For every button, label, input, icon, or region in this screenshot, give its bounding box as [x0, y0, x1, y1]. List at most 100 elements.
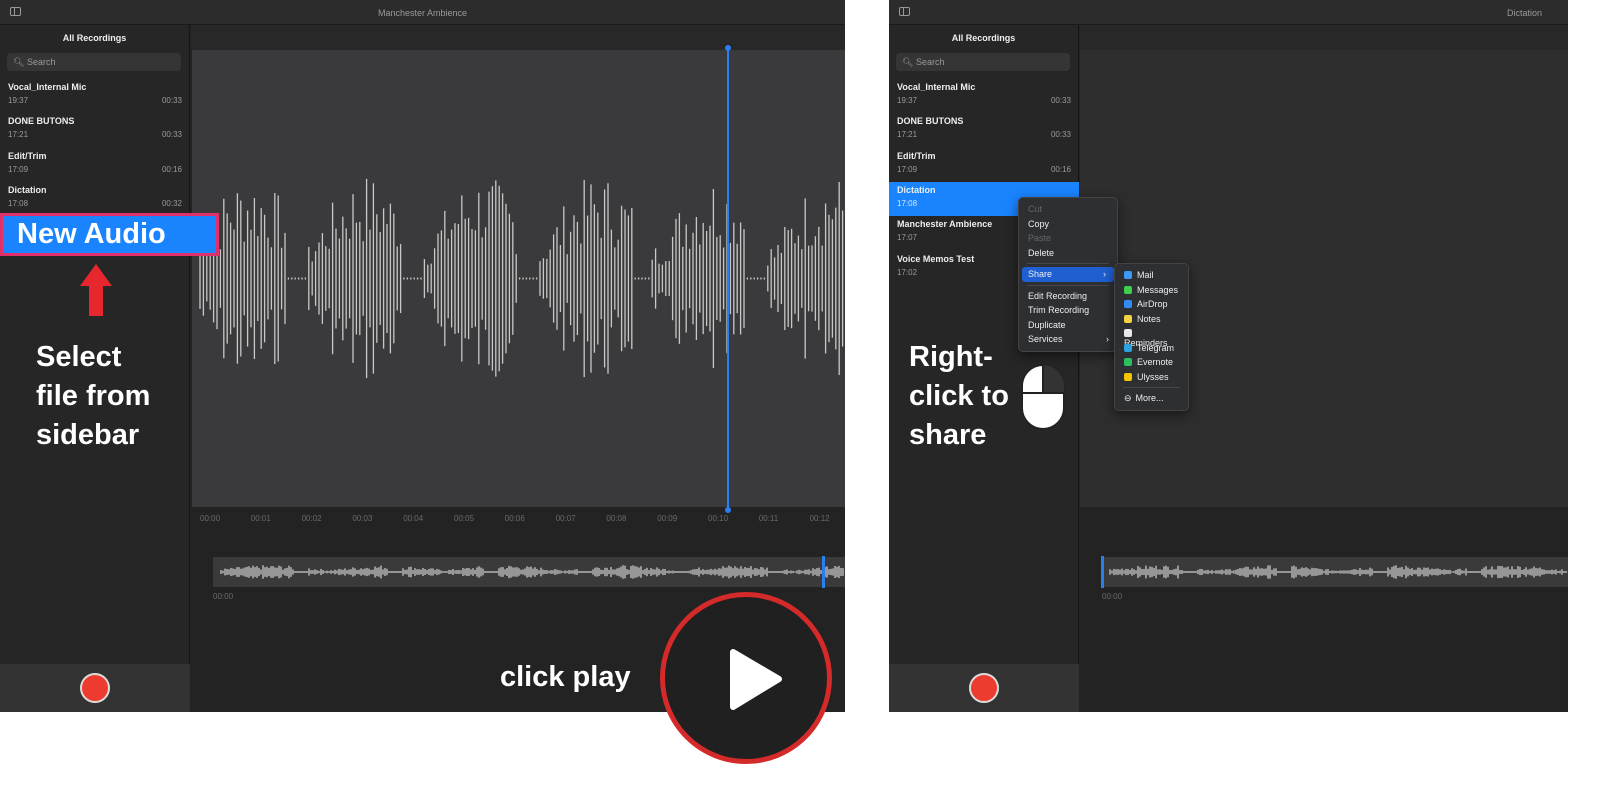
context-menu: Cut Copy Paste Delete Share › Edit Record…: [1018, 197, 1118, 352]
timeline-tick: 00:05: [454, 514, 475, 523]
recording-item[interactable]: Vocal_Internal Mic 19:37 00:33: [889, 79, 1079, 113]
recording-time: 17:21: [8, 130, 29, 140]
recording-time: 19:37: [8, 96, 29, 105]
recording-duration: 00:33: [161, 96, 182, 105]
overview-start-time: 00:00: [213, 592, 234, 601]
timeline-tick: 00:07: [555, 514, 576, 523]
new-audio-callout: New Audio: [0, 213, 219, 256]
timeline-tick: 00:12: [809, 514, 830, 523]
search-input[interactable]: 🔍︎ Search: [7, 53, 181, 71]
share-item[interactable]: Telegram: [1115, 341, 1188, 356]
menu-item-share[interactable]: Share ›: [1022, 267, 1114, 282]
recording-duration: 00:16: [1050, 164, 1071, 174]
app-icon: [1124, 285, 1132, 294]
overview-playhead[interactable]: [1101, 556, 1104, 588]
up-arrow-icon: [80, 264, 112, 316]
share-item[interactable]: ⊖ More...: [1115, 391, 1188, 406]
app-icon: [1124, 271, 1132, 279]
menu-item-copy[interactable]: Copy: [1019, 217, 1117, 232]
share-submenu: Mail Messages AirDrop Notes Reminders Telegra…: [1114, 263, 1189, 411]
sidebar-toggle-icon[interactable]: [899, 7, 910, 16]
share-item[interactable]: Ulysses: [1115, 370, 1188, 385]
play-icon: [730, 649, 782, 710]
recording-duration: 00:33: [1050, 130, 1071, 140]
chevron-right-icon: ›: [1103, 269, 1106, 279]
menu-item-delete[interactable]: Delete: [1019, 246, 1117, 261]
recording-item[interactable]: Edit/Trim 17:09 00:16: [0, 148, 190, 182]
recording-time: 17:08: [897, 198, 918, 208]
overview-start-time: 00:00: [1102, 592, 1123, 601]
share-item[interactable]: AirDrop: [1115, 297, 1188, 312]
recording-item[interactable]: Vocal_Internal Mic 19:37 00:33: [0, 79, 190, 113]
timeline-tick: 00:09: [657, 514, 678, 523]
search-input[interactable]: 🔍︎ Search: [896, 53, 1070, 71]
menu-item-edit-recording[interactable]: Edit Recording: [1019, 289, 1117, 304]
waveform-view[interactable]: [192, 50, 845, 507]
title-bar: Manchester Ambience: [0, 0, 845, 25]
menu-item-duplicate[interactable]: Duplicate: [1019, 318, 1117, 333]
recording-time: 17:21: [897, 130, 918, 140]
recording-time: 17:09: [897, 164, 918, 174]
search-placeholder: Search: [915, 57, 945, 67]
timeline-tick: 00:08: [606, 514, 627, 523]
recording-duration: 00:16: [161, 164, 182, 174]
overview-playhead[interactable]: [822, 556, 825, 588]
record-button[interactable]: [80, 673, 110, 703]
sidebar-title: All Recordings: [62, 33, 127, 43]
share-item[interactable]: Evernote: [1115, 355, 1188, 370]
recording-name: Vocal_Internal Mic: [8, 82, 87, 92]
recording-item[interactable]: Edit/Trim 17:09 00:16: [889, 148, 1079, 182]
menu-item-trim-recording[interactable]: Trim Recording: [1019, 303, 1117, 318]
recording-item[interactable]: DONE BUTONS 17:21 00:33: [889, 113, 1079, 147]
recording-item[interactable]: Dictation 17:08 00:32: [0, 182, 190, 216]
app-icon: [1124, 314, 1132, 323]
playhead[interactable]: [727, 46, 729, 512]
timeline-tick: 00:03: [352, 514, 373, 523]
menu-item-paste[interactable]: Paste: [1019, 231, 1117, 246]
recording-time: 17:08: [8, 198, 29, 208]
app-icon: [1124, 358, 1132, 366]
recording-name: DONE BUTONS: [897, 116, 964, 127]
bottom-bar: [889, 664, 1079, 712]
app-icon: [1124, 372, 1132, 381]
timeline-tick: 00:01: [250, 514, 271, 523]
share-item[interactable]: Reminders: [1115, 326, 1188, 348]
services-label: Services: [1028, 334, 1063, 344]
app-icon: [1124, 300, 1132, 308]
recording-duration: 00:33: [161, 130, 182, 140]
play-button[interactable]: [660, 592, 832, 764]
bottom-bar: [0, 664, 190, 712]
share-item[interactable]: Notes: [1115, 312, 1188, 327]
recording-item[interactable]: DONE BUTONS 17:21 00:33: [0, 113, 190, 147]
click-play-instruction: click play: [500, 661, 631, 693]
app-icon: [1124, 343, 1132, 352]
recording-name: DONE BUTONS: [8, 116, 75, 127]
title-bar: Dictation: [889, 0, 1568, 25]
overview-strip[interactable]: [213, 557, 845, 587]
recording-time: 17:02: [897, 267, 918, 277]
menu-item-services[interactable]: Services ›: [1019, 332, 1117, 347]
recording-time: 19:37: [897, 96, 918, 105]
sidebar-title: All Recordings: [951, 33, 1016, 43]
app-icon: [1124, 329, 1132, 337]
timeline-tick: 00:04: [403, 514, 424, 523]
share-item[interactable]: Messages: [1115, 283, 1188, 298]
waveform: [199, 178, 844, 379]
record-button[interactable]: [969, 673, 999, 703]
select-file-instruction: Select file from sidebar: [36, 341, 151, 451]
overview-waveform: [1109, 565, 1567, 579]
overview-strip[interactable]: [1102, 557, 1568, 587]
recording-name: Dictation: [897, 184, 936, 195]
mouse-right-click-icon: [1021, 364, 1065, 430]
recording-name: Edit/Trim: [897, 150, 936, 161]
recording-duration: 00:32: [161, 198, 182, 208]
share-item[interactable]: Mail: [1115, 268, 1188, 283]
recording-duration: 00:33: [1050, 96, 1071, 105]
recording-name: Dictation: [8, 184, 47, 195]
timeline-tick: 00:02: [301, 514, 322, 523]
timeline-tick: 00:11: [758, 514, 779, 523]
menu-item-cut[interactable]: Cut: [1019, 202, 1117, 217]
recording-time: 17:09: [8, 164, 29, 174]
recording-name: Edit/Trim: [8, 150, 47, 161]
timeline-tick: 00:00: [200, 514, 221, 523]
